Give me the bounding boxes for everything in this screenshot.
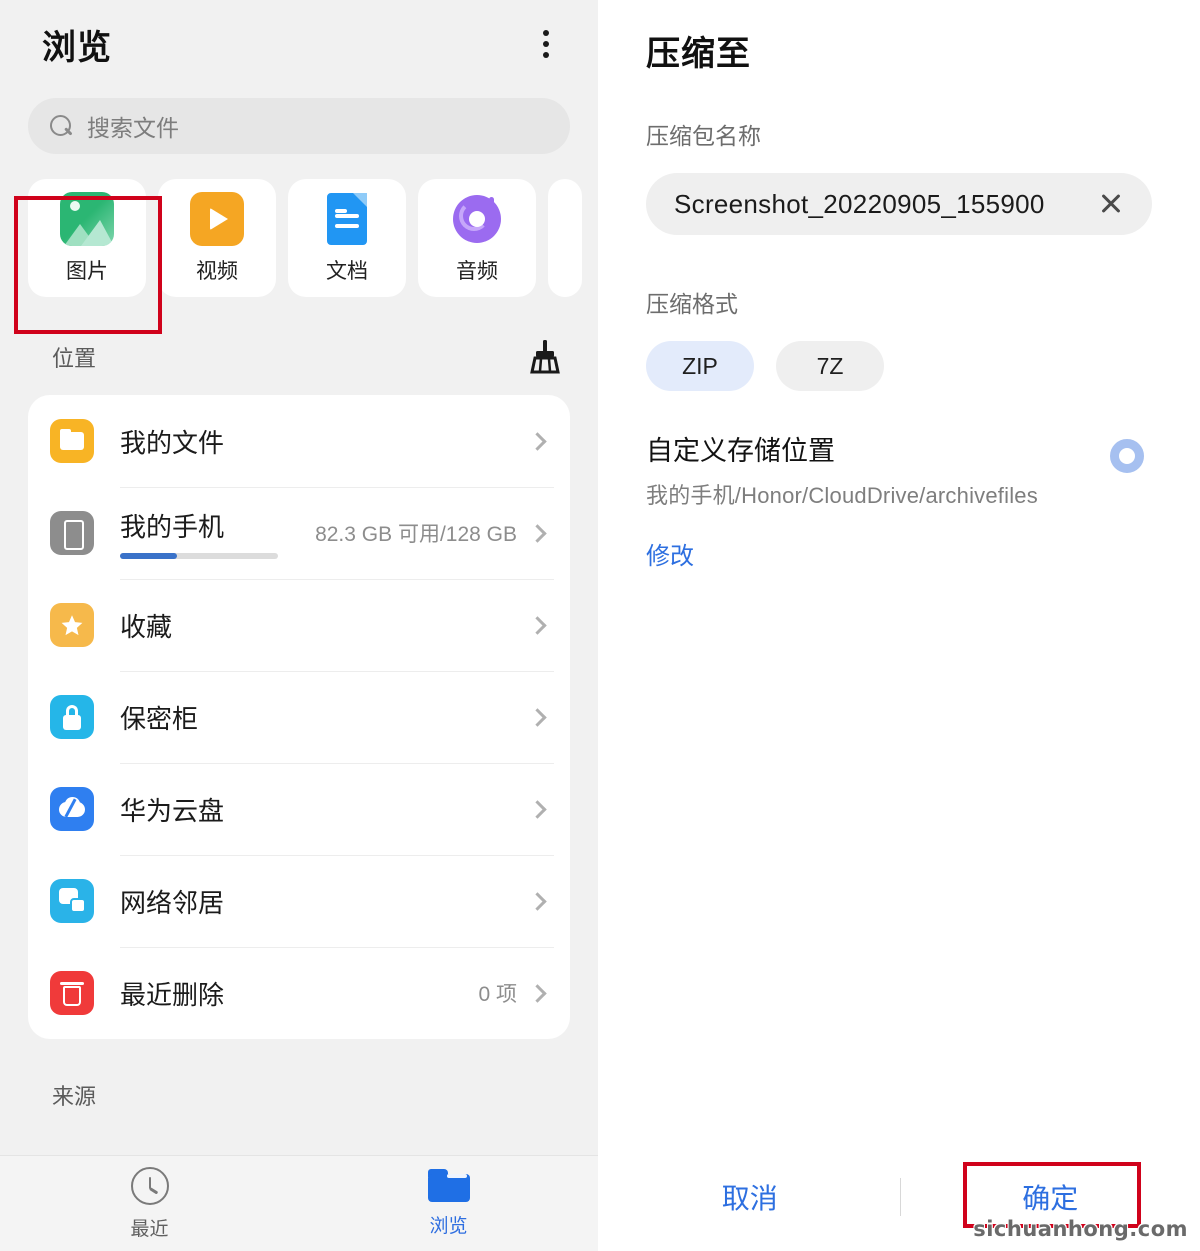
cancel-button[interactable]: 取消: [600, 1177, 900, 1217]
nav-tab-recent[interactable]: 最近: [0, 1166, 299, 1241]
custom-location-title: 自定义存储位置: [646, 436, 835, 466]
format-label: 压缩格式: [646, 291, 738, 317]
kebab-dot: [543, 41, 549, 47]
kebab-dot: [543, 52, 549, 58]
list-item-favorites[interactable]: 收藏: [28, 579, 570, 671]
compress-dialog-panel: 压缩至 压缩包名称 Screenshot_20220905_155900 压缩格…: [600, 0, 1200, 1251]
category-label: 音频: [456, 259, 498, 283]
location-section-header: 位置: [0, 337, 598, 377]
list-item-label: 我的手机: [120, 512, 225, 542]
document-icon: [320, 192, 374, 246]
edit-location-link[interactable]: 修改: [646, 536, 694, 571]
format-options: ZIP 7Z: [646, 341, 1152, 391]
chevron-right-icon: [528, 707, 547, 727]
list-item-label: 收藏: [120, 611, 173, 642]
chevron-right-icon: [528, 891, 547, 911]
screenshot-root: 浏览 搜索文件 图片 视频 文档 音频 位置 我的文件 我的手机 82.3 GB…: [0, 0, 1200, 1251]
format-chip-label: 7Z: [816, 352, 844, 379]
storage-progress-bar: [120, 553, 278, 559]
network-icon: [50, 879, 94, 923]
chevron-right-icon: [528, 615, 547, 635]
category-label: 视频: [196, 259, 238, 283]
nav-tab-label: 浏览: [429, 1216, 468, 1237]
location-section-label: 位置: [52, 346, 97, 371]
category-label: 图片: [66, 259, 108, 283]
lock-icon: [50, 695, 94, 739]
radio-ring-icon[interactable]: [1110, 439, 1144, 473]
trash-icon: [50, 971, 94, 1015]
list-item-label: 华为云盘: [120, 795, 225, 826]
locations-list: 我的文件 我的手机 82.3 GB 可用/128 GB 收藏 保密柜 华为云盘 …: [28, 395, 570, 1039]
category-label: 文档: [326, 259, 368, 283]
list-item-label: 我的文件: [120, 427, 225, 458]
folder-icon: [50, 419, 94, 463]
format-chip-zip[interactable]: ZIP: [646, 341, 754, 391]
close-icon[interactable]: [1096, 189, 1126, 219]
archive-name-input[interactable]: Screenshot_20220905_155900: [646, 173, 1152, 235]
chevron-right-icon: [528, 431, 547, 451]
picture-icon: [60, 191, 114, 246]
folder-blue-icon: [427, 1169, 470, 1202]
kebab-dot: [543, 30, 549, 36]
browser-header: 浏览: [0, 0, 598, 88]
clock-icon: [130, 1166, 169, 1205]
archive-name-label: 压缩包名称: [646, 123, 761, 149]
list-item-meta: 82.3 GB 可用/128 GB: [315, 523, 517, 546]
category-card-videos[interactable]: 视频: [158, 179, 276, 297]
list-item-label: 最近删除: [120, 979, 225, 1010]
list-item-my-files[interactable]: 我的文件: [28, 395, 570, 487]
video-icon: [190, 191, 244, 246]
phone-icon: [50, 511, 94, 555]
search-input[interactable]: 搜索文件: [28, 98, 570, 154]
source-section-label: 来源: [52, 1084, 97, 1109]
chevron-right-icon: [528, 523, 547, 543]
list-item-recently-deleted[interactable]: 最近删除 0 项: [28, 947, 570, 1039]
kebab-menu-icon[interactable]: [524, 22, 568, 66]
watermark: sichuanhong.com: [973, 1217, 1188, 1241]
format-chip-label: ZIP: [682, 352, 718, 379]
category-card-pictures[interactable]: 图片: [28, 179, 146, 297]
nav-tab-label: 最近: [130, 1218, 169, 1240]
page-title: 浏览: [42, 28, 112, 67]
dialog-title: 压缩至: [646, 35, 751, 73]
list-item-cloud-drive[interactable]: 华为云盘: [28, 763, 570, 855]
nav-tab-browse[interactable]: 浏览: [299, 1169, 598, 1238]
file-browser-panel: 浏览 搜索文件 图片 视频 文档 音频 位置 我的文件 我的手机 82.3 GB…: [0, 0, 598, 1251]
bottom-navigation: 最近 浏览: [0, 1155, 598, 1251]
category-shortcuts: 图片 视频 文档 音频: [0, 179, 598, 299]
category-card-partial[interactable]: [548, 179, 582, 297]
chevron-right-icon: [528, 983, 547, 1003]
list-item-network-neighborhood[interactable]: 网络邻居: [28, 855, 570, 947]
confirm-button[interactable]: 确定: [901, 1177, 1200, 1217]
star-icon: [50, 603, 94, 647]
list-item-label: 保密柜: [120, 703, 199, 734]
list-item-meta: 0 项: [478, 983, 517, 1006]
list-item-my-phone[interactable]: 我的手机 82.3 GB 可用/128 GB: [28, 487, 570, 579]
format-chip-7z[interactable]: 7Z: [776, 341, 884, 391]
search-placeholder: 搜索文件: [87, 115, 179, 141]
search-container: 搜索文件: [0, 98, 598, 154]
cloud-icon: [50, 787, 94, 831]
list-item-safe[interactable]: 保密柜: [28, 671, 570, 763]
category-card-documents[interactable]: 文档: [288, 179, 406, 297]
category-card-audio[interactable]: 音频: [418, 179, 536, 297]
search-icon: [50, 114, 73, 138]
archive-name-value: Screenshot_20220905_155900: [674, 188, 1045, 219]
audio-icon: [450, 192, 504, 246]
custom-location-path: 我的手机/Honor/CloudDrive/archivefiles: [646, 483, 1038, 508]
custom-location-row[interactable]: 自定义存储位置 我的手机/Honor/CloudDrive/archivefil…: [646, 429, 1152, 510]
list-item-label: 网络邻居: [120, 887, 225, 918]
chevron-right-icon: [528, 799, 547, 819]
broom-icon[interactable]: [526, 338, 564, 376]
